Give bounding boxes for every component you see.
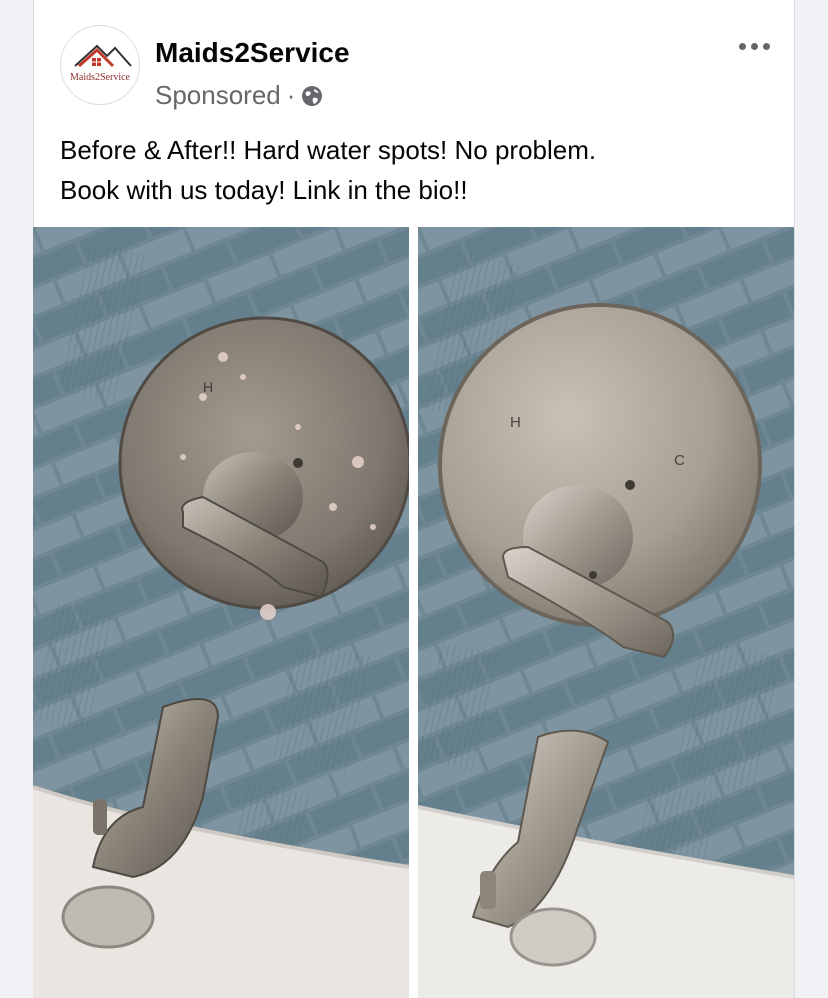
- more-options-button[interactable]: [736, 38, 772, 54]
- page-avatar[interactable]: Maids2Service: [60, 25, 140, 105]
- cold-label: C: [674, 452, 685, 469]
- sponsored-label[interactable]: Sponsored: [155, 80, 281, 111]
- house-logo-icon: [74, 44, 132, 68]
- before-photo[interactable]: H: [33, 227, 409, 998]
- caption-line: Book with us today! Link in the bio!!: [60, 175, 468, 205]
- separator-dot: ·: [286, 80, 296, 110]
- page-name-link[interactable]: Maids2Service: [155, 37, 350, 69]
- more-dot: [750, 42, 758, 50]
- globe-icon: [302, 85, 323, 106]
- avatar-logo-text: Maids2Service: [70, 72, 130, 83]
- after-photo[interactable]: H C: [418, 227, 794, 998]
- caption-line: Before & After!! Hard water spots! No pr…: [60, 135, 597, 165]
- sponsored-row: Sponsored ·: [155, 80, 323, 111]
- more-options-icon: [738, 42, 746, 50]
- more-dot: [762, 42, 770, 50]
- hot-label: H: [203, 379, 213, 395]
- hot-label: H: [510, 414, 521, 431]
- post-caption: Before & After!! Hard water spots! No pr…: [60, 130, 760, 210]
